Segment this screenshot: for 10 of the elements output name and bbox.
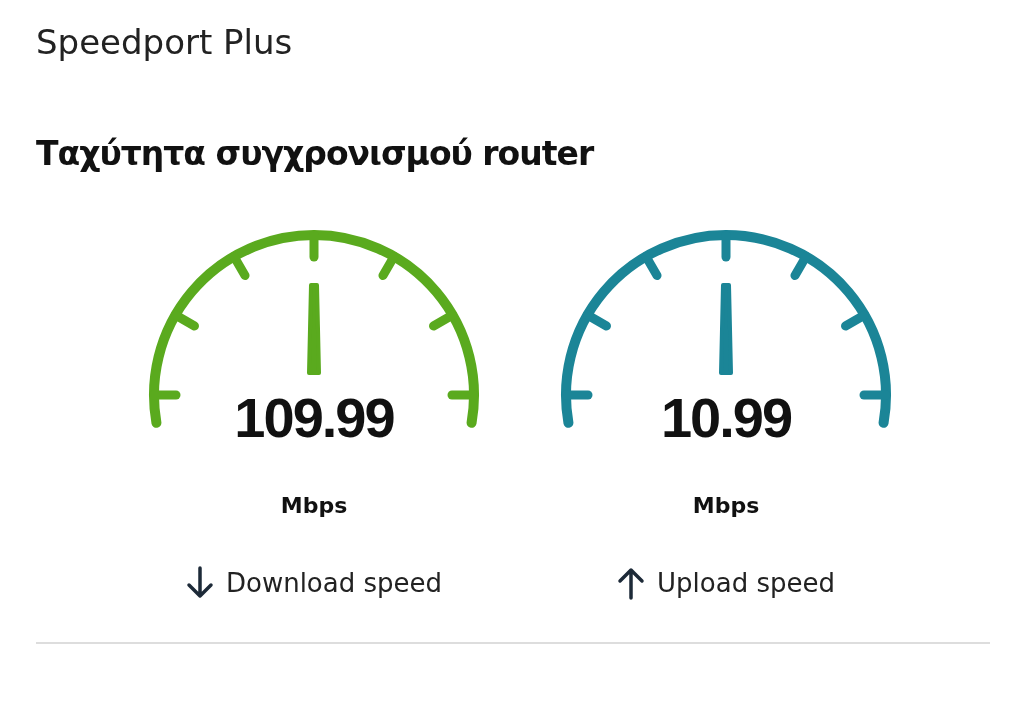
unit-label: Mbps [280, 493, 348, 518]
speed-value: 109.99 [234, 385, 394, 450]
up-arrow-icon [617, 566, 646, 600]
down-arrow-icon [185, 566, 214, 600]
speed-label: Upload speed [657, 568, 835, 598]
speed-value: 10.99 [660, 385, 792, 450]
router-type-value: Speedport Plus [36, 22, 293, 62]
unit-label: Mbps [692, 493, 760, 518]
speed-label: Download speed [225, 568, 443, 598]
section-title: Ταχύτητα συγχρονισμού router [36, 134, 594, 173]
